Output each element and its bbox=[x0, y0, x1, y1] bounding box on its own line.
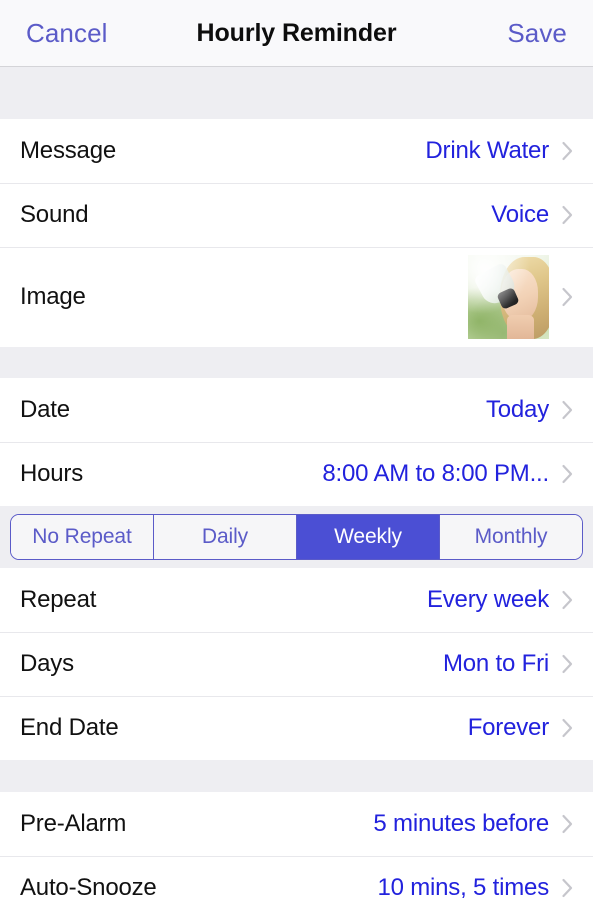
row-message-right: Drink Water bbox=[425, 137, 575, 165]
navigation-bar-inner: Cancel Hourly Reminder Save bbox=[26, 18, 567, 49]
row-end-date-value: Forever bbox=[467, 714, 549, 741]
row-auto-snooze[interactable]: Auto-Snooze 10 mins, 5 times bbox=[0, 856, 593, 909]
row-sound-right: Voice bbox=[491, 201, 575, 229]
row-message-label: Message bbox=[20, 137, 116, 164]
row-hours[interactable]: Hours 8:00 AM to 8:00 PM... bbox=[0, 442, 593, 506]
row-sound-label: Sound bbox=[20, 201, 89, 228]
row-hours-right: 8:00 AM to 8:00 PM... bbox=[322, 460, 575, 488]
save-button[interactable]: Save bbox=[507, 18, 567, 49]
row-pre-alarm-value: 5 minutes before bbox=[373, 810, 549, 837]
section-schedule: Date Today Hours 8:00 AM to 8:00 PM... bbox=[0, 378, 593, 506]
chevron-right-icon bbox=[561, 285, 575, 309]
section-details: Message Drink Water Sound Voice Image bbox=[0, 119, 593, 347]
segment-monthly[interactable]: Monthly bbox=[440, 515, 582, 559]
row-repeat-right: Every week bbox=[427, 586, 575, 614]
row-repeat-value: Every week bbox=[426, 586, 549, 613]
row-pre-alarm[interactable]: Pre-Alarm 5 minutes before bbox=[0, 792, 593, 856]
row-sound-value: Voice bbox=[491, 201, 549, 228]
row-repeat[interactable]: Repeat Every week bbox=[0, 568, 593, 632]
row-days-value: Mon to Fri bbox=[442, 650, 549, 677]
cancel-button[interactable]: Cancel bbox=[26, 18, 108, 49]
row-days-label: Days bbox=[20, 650, 74, 677]
row-image[interactable]: Image bbox=[0, 247, 593, 347]
row-pre-alarm-label: Pre-Alarm bbox=[20, 810, 127, 837]
row-auto-snooze-right: 10 mins, 5 times bbox=[377, 874, 575, 902]
row-end-date-label: End Date bbox=[20, 714, 119, 741]
chevron-right-icon bbox=[561, 876, 575, 900]
section-gap-schedule bbox=[0, 347, 593, 378]
settings-list[interactable]: Message Drink Water Sound Voice Image Da… bbox=[0, 67, 593, 909]
reminder-image-thumbnail[interactable] bbox=[468, 255, 549, 339]
chevron-right-icon bbox=[561, 652, 575, 676]
row-hours-value: 8:00 AM to 8:00 PM... bbox=[322, 460, 549, 487]
row-hours-label: Hours bbox=[20, 460, 84, 487]
section-recurrence: Repeat Every week Days Mon to Fri End Da… bbox=[0, 568, 593, 760]
row-date-right: Today bbox=[486, 396, 575, 424]
row-days-right: Mon to Fri bbox=[443, 650, 575, 678]
section-gap-top bbox=[0, 67, 593, 119]
row-end-date-right: Forever bbox=[468, 714, 575, 742]
row-end-date[interactable]: End Date Forever bbox=[0, 696, 593, 760]
chevron-right-icon bbox=[561, 139, 575, 163]
row-message-value: Drink Water bbox=[425, 137, 549, 164]
segment-no-repeat[interactable]: No Repeat bbox=[11, 515, 154, 559]
chevron-right-icon bbox=[561, 812, 575, 836]
thumbnail-neck bbox=[506, 315, 535, 339]
chevron-right-icon bbox=[561, 203, 575, 227]
row-message[interactable]: Message Drink Water bbox=[0, 119, 593, 183]
repeat-mode-segmented-control[interactable]: No Repeat Daily Weekly Monthly bbox=[10, 514, 583, 560]
row-days[interactable]: Days Mon to Fri bbox=[0, 632, 593, 696]
chevron-right-icon bbox=[561, 398, 575, 422]
repeat-mode-container: No Repeat Daily Weekly Monthly bbox=[0, 506, 593, 568]
section-gap-alerts bbox=[0, 760, 593, 792]
row-image-label: Image bbox=[20, 283, 86, 310]
row-sound[interactable]: Sound Voice bbox=[0, 183, 593, 247]
segment-daily[interactable]: Daily bbox=[154, 515, 297, 559]
row-pre-alarm-right: 5 minutes before bbox=[373, 810, 575, 838]
row-date-label: Date bbox=[20, 396, 70, 423]
chevron-right-icon bbox=[561, 462, 575, 486]
row-auto-snooze-value: 10 mins, 5 times bbox=[377, 874, 549, 901]
chevron-right-icon bbox=[561, 588, 575, 612]
row-repeat-label: Repeat bbox=[20, 586, 97, 613]
row-auto-snooze-label: Auto-Snooze bbox=[20, 874, 157, 901]
chevron-right-icon bbox=[561, 716, 575, 740]
row-date[interactable]: Date Today bbox=[0, 378, 593, 442]
section-alerts: Pre-Alarm 5 minutes before Auto-Snooze 1… bbox=[0, 792, 593, 909]
row-date-value: Today bbox=[485, 396, 549, 423]
navigation-bar: Cancel Hourly Reminder Save bbox=[0, 0, 593, 67]
segment-weekly[interactable]: Weekly bbox=[297, 515, 440, 559]
row-image-right bbox=[468, 255, 575, 339]
reminder-editor-screen: Cancel Hourly Reminder Save Message Drin… bbox=[0, 0, 593, 909]
